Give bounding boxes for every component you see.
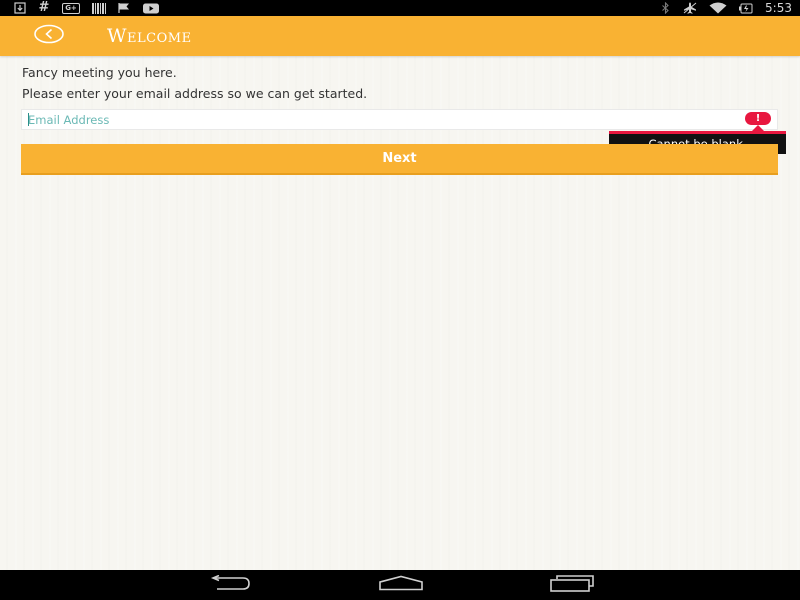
text-caret: [28, 113, 29, 126]
error-exclamation-icon[interactable]: !: [745, 112, 771, 125]
email-field[interactable]: [21, 109, 778, 130]
nav-recents-button[interactable]: [542, 574, 602, 596]
intro-text-line-1: Fancy meeting you here.: [22, 65, 177, 80]
status-bar-system: 5:53: [659, 0, 792, 16]
action-bar: Welcome: [0, 16, 800, 56]
google-plus-icon: G+: [62, 2, 80, 14]
status-bar-time: 5:53: [765, 1, 792, 15]
back-button[interactable]: [30, 24, 68, 48]
bluetooth-icon: [659, 2, 671, 14]
status-bar: # G+ 5:53: [0, 0, 800, 16]
navigation-bar: [0, 570, 800, 600]
back-arrow-circle-icon: [32, 23, 66, 49]
intro-text-line-2: Please enter your email address so we ca…: [22, 86, 368, 101]
home-nav-icon: [376, 575, 426, 595]
checkmark-flag-icon: [118, 2, 131, 14]
nav-back-button[interactable]: [200, 574, 260, 596]
page-title: Welcome: [107, 25, 192, 47]
recents-nav-icon: [547, 574, 597, 596]
download-icon: [14, 2, 26, 14]
barcode-icon: [92, 2, 106, 14]
wifi-icon: [709, 2, 727, 14]
status-bar-notifications: # G+: [14, 0, 159, 16]
airplane-mode-icon: [683, 2, 697, 14]
youtube-icon: [143, 2, 159, 14]
next-button[interactable]: Next: [21, 144, 778, 175]
nav-home-button[interactable]: [371, 574, 431, 596]
back-nav-icon: [207, 574, 253, 595]
app-screen: # G+ 5:53 Welcome Fancy meeting you here…: [0, 0, 800, 600]
hash-icon: #: [38, 0, 50, 15]
battery-icon: [739, 2, 753, 14]
email-input[interactable]: [28, 112, 728, 128]
